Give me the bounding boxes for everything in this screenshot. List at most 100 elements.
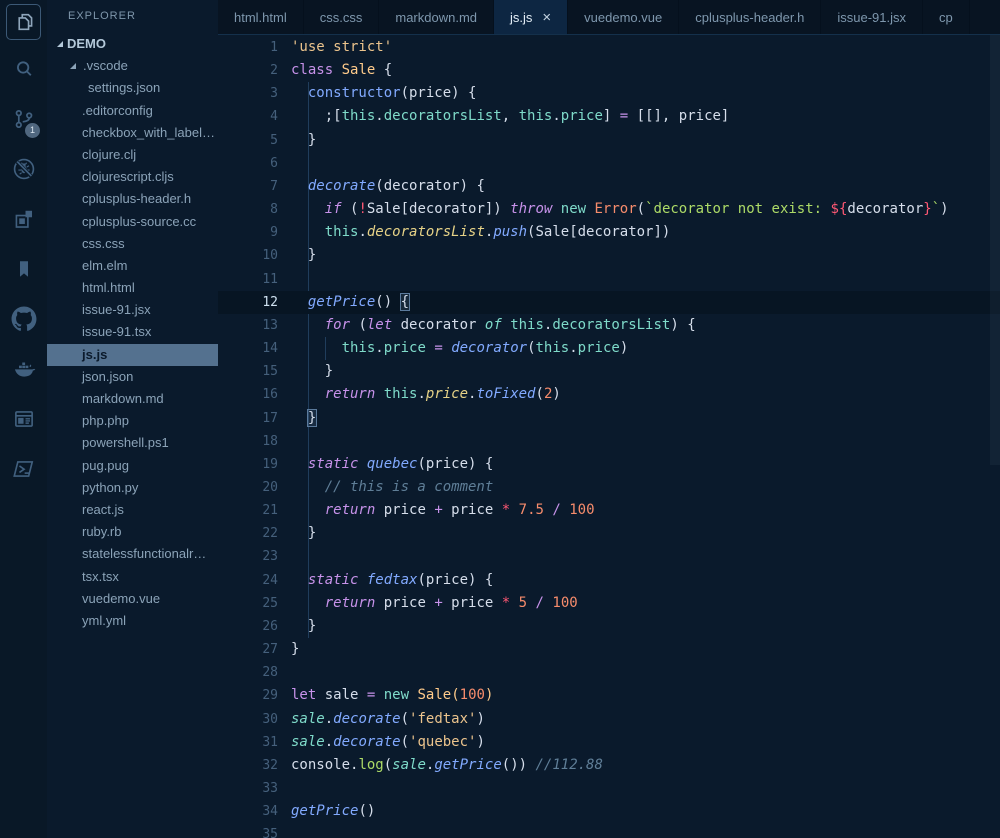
code-line-5[interactable]: 5 }	[218, 129, 1000, 152]
tree-item-label: cplusplus-source.cc	[82, 211, 196, 233]
code-line-35[interactable]: 35	[218, 823, 1000, 838]
code-line-11[interactable]: 11	[218, 268, 1000, 291]
tree-item-css.css[interactable]: css.css	[47, 233, 218, 255]
tab-html.html[interactable]: html.html	[218, 0, 304, 34]
tab-close-icon[interactable]: ×	[542, 10, 551, 25]
code-line-16[interactable]: 16 return this.price.toFixed(2)	[218, 383, 1000, 406]
code-token: +	[434, 502, 442, 518]
code-line-26[interactable]: 26 }	[218, 615, 1000, 638]
code-token: price	[578, 340, 620, 356]
activity-bar-item-github[interactable]	[0, 294, 47, 344]
tab-js.js[interactable]: js.js×	[494, 0, 568, 34]
code-token: sale	[316, 687, 367, 703]
tree-item-pug.pug[interactable]: pug.pug	[47, 455, 218, 477]
code-line-9[interactable]: 9 this.decoratorsList.push(Sale[decorato…	[218, 221, 1000, 244]
tree-item-ruby.rb[interactable]: ruby.rb	[47, 521, 218, 543]
activity-bar-item-browser-preview[interactable]	[0, 394, 47, 444]
code-line-23[interactable]: 23	[218, 545, 1000, 568]
tree-item-js.js[interactable]: js.js	[47, 344, 218, 366]
code-line-6[interactable]: 6	[218, 152, 1000, 175]
activity-bar-item-debug-disabled[interactable]	[0, 144, 47, 194]
code-token: decorator	[847, 201, 923, 217]
tab-cplusplus-header.h[interactable]: cplusplus-header.h	[679, 0, 821, 34]
code-token: this	[536, 340, 570, 356]
tree-item-clojurescript.cljs[interactable]: clojurescript.cljs	[47, 166, 218, 188]
tree-item-php.php[interactable]: php.php	[47, 410, 218, 432]
code-line-17[interactable]: 17 }	[218, 407, 1000, 430]
line-number: 16	[218, 383, 291, 406]
code-line-13[interactable]: 13 for (let decorator of this.decorators…	[218, 314, 1000, 337]
code-line-34[interactable]: 34getPrice()	[218, 800, 1000, 823]
activity-bar-item-search[interactable]	[0, 44, 47, 94]
tab-css.css[interactable]: css.css	[304, 0, 380, 34]
code-line-2[interactable]: 2class Sale {	[218, 59, 1000, 82]
tree-item-python.py[interactable]: python.py	[47, 477, 218, 499]
tree-item-vuedemo.vue[interactable]: vuedemo.vue	[47, 588, 218, 610]
code-token: throw	[510, 201, 552, 217]
tree-item-tsx.tsx[interactable]: tsx.tsx	[47, 566, 218, 588]
code-line-32[interactable]: 32console.log(sale.getPrice()) //112.88	[218, 754, 1000, 777]
line-number: 6	[218, 152, 291, 175]
code-token: (	[637, 201, 645, 217]
tree-item-powershell.ps1[interactable]: powershell.ps1	[47, 432, 218, 454]
activity-bar-item-files[interactable]	[0, 0, 47, 44]
tree-item-react.js[interactable]: react.js	[47, 499, 218, 521]
code-line-12[interactable]: 12 getPrice() {	[218, 291, 1000, 314]
code-line-20[interactable]: 20 // this is a comment	[218, 476, 1000, 499]
tab-vuedemo.vue[interactable]: vuedemo.vue	[568, 0, 679, 34]
code-line-21[interactable]: 21 return price + price * 7.5 / 100	[218, 499, 1000, 522]
tree-item-markdown.md[interactable]: markdown.md	[47, 388, 218, 410]
code-line-18[interactable]: 18	[218, 430, 1000, 453]
code-token: (Sale[decorator])	[527, 224, 670, 240]
tree-item-cplusplus-header.h[interactable]: cplusplus-header.h	[47, 188, 218, 210]
tree-item-demo[interactable]: DEMO	[47, 33, 218, 55]
code-line-19[interactable]: 19 static quebec(price) {	[218, 453, 1000, 476]
tree-item-settings.json[interactable]: settings.json	[47, 77, 218, 99]
code-line-1[interactable]: 1'use strict'	[218, 36, 1000, 59]
tree-item-json.json[interactable]: json.json	[47, 366, 218, 388]
code-line-10[interactable]: 10 }	[218, 244, 1000, 267]
code-token: .	[417, 386, 425, 402]
code-line-27[interactable]: 27}	[218, 638, 1000, 661]
tree-item-.editorconfig[interactable]: .editorconfig	[47, 100, 218, 122]
tree-item-.vscode[interactable]: .vscode	[47, 55, 218, 77]
line-number: 11	[218, 268, 291, 291]
code-line-25[interactable]: 25 return price + price * 5 / 100	[218, 592, 1000, 615]
code-token: )	[940, 201, 948, 217]
tab-cp[interactable]: cp	[923, 0, 970, 34]
code-line-33[interactable]: 33	[218, 777, 1000, 800]
activity-bar-item-docker[interactable]	[0, 344, 47, 394]
tree-item-checkbox-with-label-[interactable]: checkbox_with_label…	[47, 122, 218, 144]
tree-item-label: python.py	[82, 477, 138, 499]
tree-item-yml.yml[interactable]: yml.yml	[47, 610, 218, 632]
activity-bar-item-powershell[interactable]	[0, 444, 47, 494]
code-line-3[interactable]: 3 constructor(price) {	[218, 82, 1000, 105]
code-line-14[interactable]: 14 this.price = decorator(this.price)	[218, 337, 1000, 360]
code-line-29[interactable]: 29let sale = new Sale(100)	[218, 684, 1000, 707]
code-line-28[interactable]: 28	[218, 661, 1000, 684]
tree-item-cplusplus-source.cc[interactable]: cplusplus-source.cc	[47, 211, 218, 233]
tree-item-issue-91.jsx[interactable]: issue-91.jsx	[47, 299, 218, 321]
tree-item-statelessfunctionalr-[interactable]: statelessfunctionalr…	[47, 543, 218, 565]
code-line-15[interactable]: 15 }	[218, 360, 1000, 383]
code-line-31[interactable]: 31sale.decorate('quebec')	[218, 731, 1000, 754]
tab-markdown.md[interactable]: markdown.md	[379, 0, 494, 34]
code-line-30[interactable]: 30sale.decorate('fedtax')	[218, 708, 1000, 731]
tree-item-elm.elm[interactable]: elm.elm	[47, 255, 218, 277]
code-line-22[interactable]: 22 }	[218, 522, 1000, 545]
code-line-4[interactable]: 4 ;[this.decoratorsList, this.price] = […	[218, 105, 1000, 128]
line-number: 19	[218, 453, 291, 476]
tree-item-issue-91.tsx[interactable]: issue-91.tsx	[47, 321, 218, 343]
code-token	[358, 456, 366, 472]
activity-bar-item-bookmark[interactable]	[0, 244, 47, 294]
editor-scrollbar[interactable]	[990, 35, 1000, 465]
tab-label: markdown.md	[395, 10, 477, 25]
activity-bar-item-extensions[interactable]	[0, 194, 47, 244]
code-line-8[interactable]: 8 if (!Sale[decorator]) throw new Error(…	[218, 198, 1000, 221]
code-line-24[interactable]: 24 static fedtax(price) {	[218, 569, 1000, 592]
tree-item-clojure.clj[interactable]: clojure.clj	[47, 144, 218, 166]
tab-issue-91.jsx[interactable]: issue-91.jsx	[821, 0, 923, 34]
tree-item-html.html[interactable]: html.html	[47, 277, 218, 299]
activity-bar-item-source-control[interactable]: 1	[0, 94, 47, 144]
code-line-7[interactable]: 7 decorate(decorator) {	[218, 175, 1000, 198]
